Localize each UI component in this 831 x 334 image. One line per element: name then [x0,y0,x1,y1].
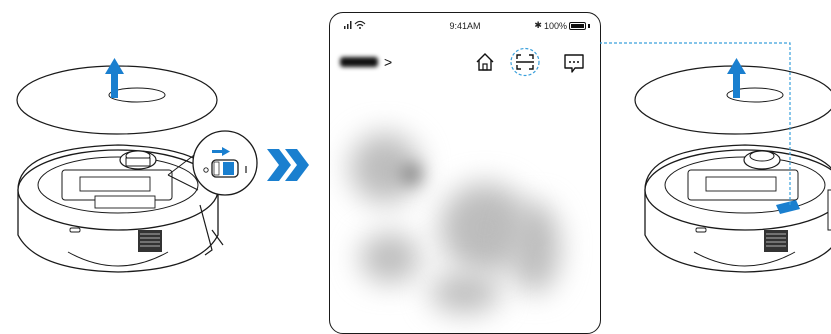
home-icon[interactable] [474,51,496,73]
device-name-blurred [340,57,378,67]
scan-icon[interactable] [509,47,541,77]
chevron-right-icon: > [384,54,393,70]
right-robot-illustration [600,42,831,273]
phone-screen: 9:41AM ✱ 100% > [329,12,601,334]
battery-cap [588,23,590,28]
right-robot-body [644,144,831,273]
blurred-map-area [330,93,600,333]
left-robot-body [17,144,224,273]
instruction-diagram: 9:41AM ✱ 100% > [0,0,831,334]
message-icon[interactable] [562,52,586,74]
bluetooth-icon: ✱ [534,20,542,30]
battery-icon [569,21,586,30]
status-bar: 9:41AM ✱ 100% [330,20,600,34]
battery-status: ✱ 100% [534,20,590,31]
double-chevron-right-icon [267,149,309,181]
device-selector[interactable]: > [340,55,392,69]
battery-percent: 100% [543,20,567,31]
